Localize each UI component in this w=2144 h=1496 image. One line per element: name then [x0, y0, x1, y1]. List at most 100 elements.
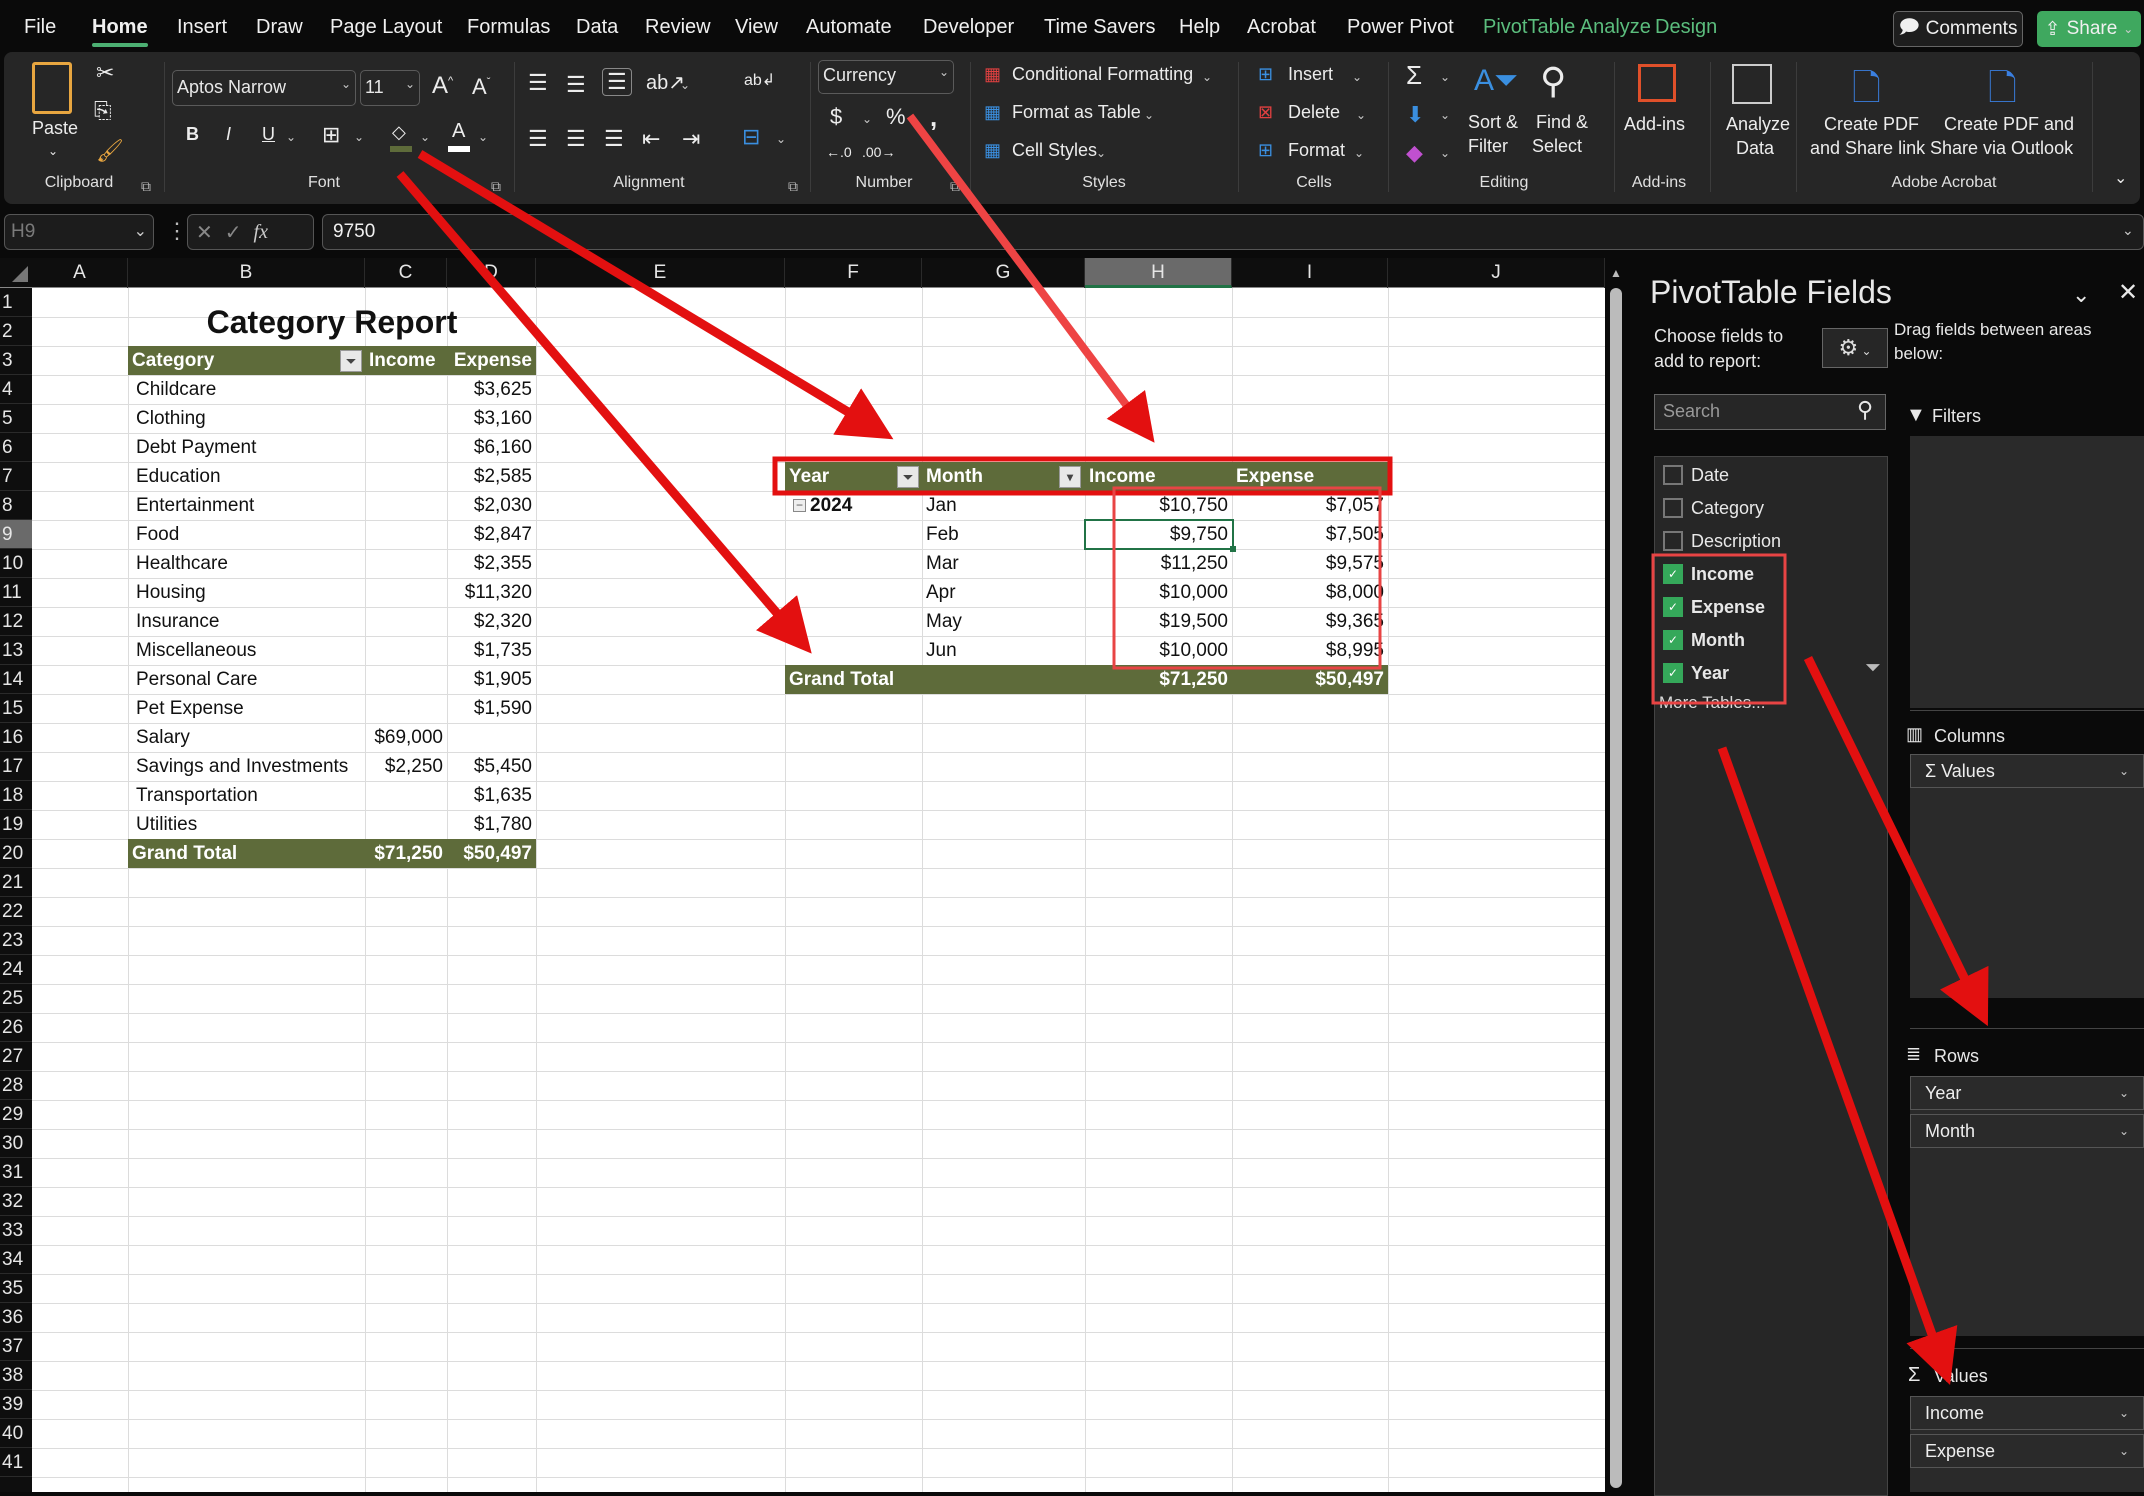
column-header-a[interactable]: A	[32, 258, 128, 288]
fill-icon[interactable]: ⬇	[1406, 102, 1424, 128]
increase-decimal-icon[interactable]: ←.0	[826, 144, 852, 160]
rows-item-month[interactable]: Month ⌄	[1910, 1114, 2144, 1148]
select-all-button[interactable]	[0, 258, 32, 288]
column-header-i[interactable]: I	[1232, 258, 1388, 288]
row-header-26[interactable]: 26	[0, 1013, 32, 1042]
align-right-icon[interactable]: ☰	[604, 126, 624, 152]
tab-design[interactable]: Design	[1655, 16, 1717, 39]
more-tables-link[interactable]: More Tables...	[1659, 693, 1765, 713]
active-cell-selection[interactable]	[1084, 519, 1236, 552]
fill-color-dropdown[interactable]: ⌄	[420, 130, 430, 144]
analyze-data-line2[interactable]: Data	[1736, 138, 1774, 159]
insert-button[interactable]: Insert	[1288, 64, 1333, 85]
row-header-41[interactable]: 41	[0, 1448, 32, 1477]
row-header-33[interactable]: 33	[0, 1216, 32, 1245]
name-box[interactable]: H9 ⌄	[4, 214, 154, 250]
row-header-5[interactable]: 5	[0, 404, 32, 433]
tab-developer[interactable]: Developer	[923, 16, 1014, 39]
row-header-21[interactable]: 21	[0, 868, 32, 897]
row-header-39[interactable]: 39	[0, 1390, 32, 1419]
create-pdf-outlook-line1[interactable]: Create PDF and	[1944, 114, 2074, 135]
row-header-14[interactable]: 14	[0, 665, 32, 694]
align-middle-icon[interactable]: ☰	[566, 72, 586, 98]
analyze-data-line1[interactable]: Analyze	[1726, 114, 1790, 135]
cell-styles-button[interactable]: Cell Styles	[1012, 140, 1097, 161]
comments-button[interactable]: 🗩 Comments	[1893, 11, 2023, 47]
wrap-text-icon[interactable]: ab↲	[744, 70, 775, 90]
row-header-25[interactable]: 25	[0, 984, 32, 1013]
tab-review[interactable]: Review	[645, 16, 711, 39]
row-header-12[interactable]: 12	[0, 607, 32, 636]
orientation-dropdown[interactable]: ⌄	[680, 78, 690, 92]
field-item-description[interactable]: Description	[1659, 529, 1879, 557]
align-center-icon[interactable]: ☰	[566, 126, 586, 152]
pane-options-chevron-icon[interactable]: ⌄	[2072, 282, 2090, 308]
font-size-select[interactable]: 11 ⌄	[360, 70, 420, 106]
formula-input[interactable]: 9750	[322, 214, 2144, 250]
column-header-c[interactable]: C	[365, 258, 447, 288]
tab-formulas[interactable]: Formulas	[467, 16, 550, 39]
column-header-e[interactable]: E	[536, 258, 785, 288]
addins-button[interactable]: Add-ins	[1624, 114, 1685, 135]
row-header-6[interactable]: 6	[0, 433, 32, 462]
row-header-20[interactable]: 20	[0, 839, 32, 868]
align-bottom-icon[interactable]: ☰	[602, 68, 632, 96]
worksheet-grid[interactable]: ABCDEFGHIJ 1 2 3 4 5 6 7 8 9 10 11 12 13 14 15 16 17 18 19…	[0, 258, 1605, 1492]
field-checkbox[interactable]	[1663, 465, 1683, 485]
row-header-8[interactable]: 8	[0, 491, 32, 520]
borders-dropdown[interactable]: ⌄	[354, 130, 364, 144]
vertical-scrollbar[interactable]: ▲	[1605, 258, 1627, 1492]
collapse-ribbon-icon[interactable]: ⌄	[2114, 168, 2127, 188]
insert-function-button[interactable]: fx	[254, 221, 268, 244]
rows-drop-area[interactable]: Year ⌄ Month ⌄	[1910, 1076, 2144, 1336]
row-header-18[interactable]: 18	[0, 781, 32, 810]
tab-home[interactable]: Home	[92, 16, 148, 47]
bold-button[interactable]: B	[186, 124, 199, 145]
row-header-35[interactable]: 35	[0, 1274, 32, 1303]
align-top-icon[interactable]: ☰	[528, 70, 548, 96]
row-header-2[interactable]: 2	[0, 317, 32, 346]
row-header-13[interactable]: 13	[0, 636, 32, 665]
field-item-expense[interactable]: ✓ Expense	[1659, 595, 1879, 623]
column-header-g[interactable]: G	[922, 258, 1085, 288]
column-header-d[interactable]: D	[447, 258, 536, 288]
year-filter-button[interactable]: ⏷	[897, 466, 919, 488]
borders-icon[interactable]: ⊞	[322, 122, 340, 148]
scrollbar-thumb[interactable]	[1610, 288, 1622, 1488]
row-header-11[interactable]: 11	[0, 578, 32, 607]
underline-dropdown[interactable]: ⌄	[286, 130, 296, 144]
collapse-year-button[interactable]: −	[793, 499, 806, 512]
rows-item-year[interactable]: Year ⌄	[1910, 1076, 2144, 1110]
row-header-23[interactable]: 23	[0, 926, 32, 955]
formula-bar-grip-icon[interactable]: ⋮	[166, 218, 188, 244]
format-button[interactable]: Format	[1288, 140, 1345, 161]
values-item-income[interactable]: Income ⌄	[1910, 1396, 2144, 1430]
field-list-settings-button[interactable]: ⚙ ⌄	[1822, 328, 1888, 368]
sort-filter-line1[interactable]: Sort &	[1468, 112, 1518, 133]
italic-button[interactable]: I	[226, 124, 231, 145]
row-header-40[interactable]: 40	[0, 1419, 32, 1448]
row-header-15[interactable]: 15	[0, 694, 32, 723]
row-header-37[interactable]: 37	[0, 1332, 32, 1361]
tab-insert[interactable]: Insert	[177, 16, 227, 39]
comma-button[interactable]: ,	[930, 102, 937, 133]
columns-drop-area[interactable]: Σ Values ⌄	[1910, 754, 2144, 998]
row-header-24[interactable]: 24	[0, 955, 32, 984]
clipboard-launcher-icon[interactable]: ⧉	[141, 178, 151, 195]
columns-item-values[interactable]: Σ Values ⌄	[1910, 754, 2144, 788]
tab-time-savers[interactable]: Time Savers	[1044, 16, 1156, 39]
field-search-input[interactable]: Search ⚲	[1654, 394, 1886, 430]
row-header-36[interactable]: 36	[0, 1303, 32, 1332]
create-pdf-link-line1[interactable]: Create PDF	[1824, 114, 1919, 135]
tab-view[interactable]: View	[735, 16, 778, 39]
field-checkbox[interactable]	[1663, 531, 1683, 551]
sort-filter-line2[interactable]: Filter	[1468, 136, 1508, 157]
number-launcher-icon[interactable]: ⧉	[950, 178, 960, 195]
find-select-line1[interactable]: Find &	[1536, 112, 1588, 133]
close-pane-icon[interactable]: ✕	[2118, 278, 2138, 307]
field-checkbox[interactable]	[1663, 498, 1683, 518]
row-header-28[interactable]: 28	[0, 1071, 32, 1100]
copy-icon[interactable]: ⎘	[94, 98, 112, 124]
tab-file[interactable]: File	[24, 16, 56, 39]
merge-center-icon[interactable]: ⊟	[742, 124, 760, 150]
